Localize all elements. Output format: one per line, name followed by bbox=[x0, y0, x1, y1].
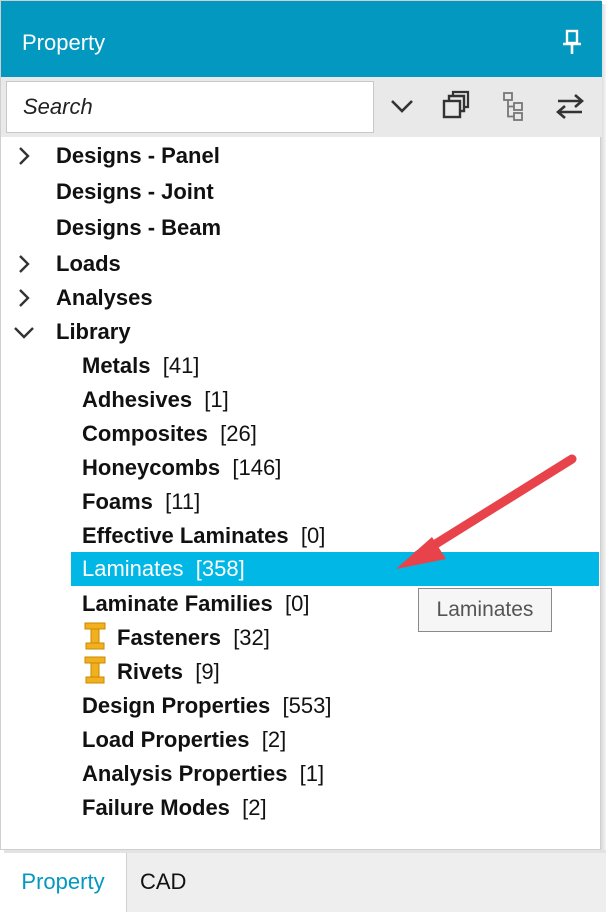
tree-item-count: [1] bbox=[198, 387, 229, 412]
tree-item-adhesives[interactable]: Adhesives [1] bbox=[82, 385, 229, 415]
tree-item-analyses[interactable]: Analyses bbox=[56, 283, 153, 313]
tree-item-honeycombs[interactable]: Honeycombs [146] bbox=[82, 453, 281, 483]
tree-item-count: [0] bbox=[294, 523, 326, 548]
tree-item-count: [9] bbox=[189, 659, 220, 684]
tree-item-name: Analysis Properties bbox=[82, 761, 288, 786]
tree-item-design-properties[interactable]: Design Properties [553] bbox=[82, 691, 331, 721]
copy-icon[interactable] bbox=[438, 88, 474, 124]
tree-item-rivets[interactable]: Rivets [9] bbox=[117, 657, 220, 687]
tree-item-library[interactable]: Library bbox=[56, 317, 131, 347]
tree-item-fasteners[interactable]: Fasteners [32] bbox=[117, 623, 270, 653]
tree-item-name: Load Properties bbox=[82, 727, 250, 752]
tree-item-metals[interactable]: Metals [41] bbox=[82, 351, 199, 381]
tree-item-count: [32] bbox=[227, 625, 270, 650]
tree-item-foams[interactable]: Foams [11] bbox=[82, 487, 200, 517]
tree-item-label: Designs - Joint bbox=[56, 179, 214, 204]
pin-icon[interactable] bbox=[557, 27, 587, 57]
tree-item-analysis-properties[interactable]: Analysis Properties [1] bbox=[82, 759, 324, 789]
chevron-right-icon[interactable] bbox=[14, 254, 34, 274]
tree-item-name: Adhesives bbox=[82, 387, 193, 412]
tree-item-name: Laminate Families bbox=[82, 591, 273, 616]
tree-item-designs-panel[interactable]: Designs - Panel bbox=[56, 141, 220, 171]
panel-title: Property bbox=[22, 30, 106, 55]
tree-item-count: [41] bbox=[156, 353, 200, 378]
fastener-icon bbox=[84, 622, 106, 650]
tree-item-count: [26] bbox=[214, 421, 257, 446]
chevron-down-icon[interactable] bbox=[13, 322, 34, 342]
tree-item-count: [11] bbox=[159, 489, 201, 514]
tab-property[interactable]: Property bbox=[0, 853, 127, 912]
tree-icon[interactable] bbox=[495, 88, 531, 124]
bottom-tabs: Property CAD bbox=[0, 853, 606, 912]
tree-item-designs-beam[interactable]: Designs - Beam bbox=[56, 213, 221, 243]
tree-item-name: Fasteners bbox=[117, 625, 221, 650]
tooltip: Laminates bbox=[418, 588, 552, 632]
tree-item-count: [1] bbox=[293, 761, 325, 786]
tree-item-label: Analyses bbox=[56, 285, 153, 310]
tree-item-name: Effective Laminates bbox=[82, 523, 289, 548]
tree-item-count: [146] bbox=[226, 455, 282, 480]
tree-item-loads[interactable]: Loads bbox=[56, 249, 121, 279]
swap-icon[interactable] bbox=[552, 88, 588, 124]
tree-item-composites[interactable]: Composites [26] bbox=[82, 419, 257, 449]
tree-item-name: Metals bbox=[82, 353, 151, 378]
chevron-right-icon[interactable] bbox=[14, 288, 34, 308]
tree-item-name: Rivets bbox=[117, 659, 184, 684]
tab-cad[interactable]: CAD bbox=[140, 853, 186, 912]
tree-item-count: [358] bbox=[189, 556, 245, 581]
tree-item-name: Composites bbox=[82, 421, 208, 446]
tree-item-failure-modes[interactable]: Failure Modes [2] bbox=[82, 793, 267, 823]
chevron-right-icon[interactable] bbox=[14, 146, 34, 166]
annotation-arrow bbox=[396, 454, 577, 569]
tree-item-name: Laminates bbox=[82, 556, 184, 581]
chevron-down-icon[interactable] bbox=[384, 88, 420, 124]
tree-item-count: [553] bbox=[276, 693, 332, 718]
tree-item-effective-laminates[interactable]: Effective Laminates [0] bbox=[82, 521, 325, 551]
tree-item-load-properties[interactable]: Load Properties [2] bbox=[82, 725, 286, 755]
tree-item-laminate-families[interactable]: Laminate Families [0] bbox=[82, 589, 309, 619]
tree-item-label: Library bbox=[56, 319, 131, 344]
tree-item-designs-joint[interactable]: Designs - Joint bbox=[56, 177, 214, 207]
tree-item-name: Design Properties bbox=[82, 693, 271, 718]
tree-item-count: [2] bbox=[255, 727, 287, 752]
tree-item-name: Foams bbox=[82, 489, 153, 514]
tree-item-label: Loads bbox=[56, 251, 121, 276]
tree-item-count: [2] bbox=[236, 795, 267, 820]
rivet-icon bbox=[84, 656, 106, 684]
tree-item-label: Designs - Panel bbox=[56, 143, 220, 168]
tree-item-count: [0] bbox=[278, 591, 310, 616]
search-input[interactable] bbox=[6, 81, 374, 133]
tree-item-name: Failure Modes bbox=[82, 795, 230, 820]
panel-titlebar: Property bbox=[1, 1, 602, 77]
tree-item-name: Honeycombs bbox=[82, 455, 221, 480]
tree-item-label: Designs - Beam bbox=[56, 215, 222, 240]
